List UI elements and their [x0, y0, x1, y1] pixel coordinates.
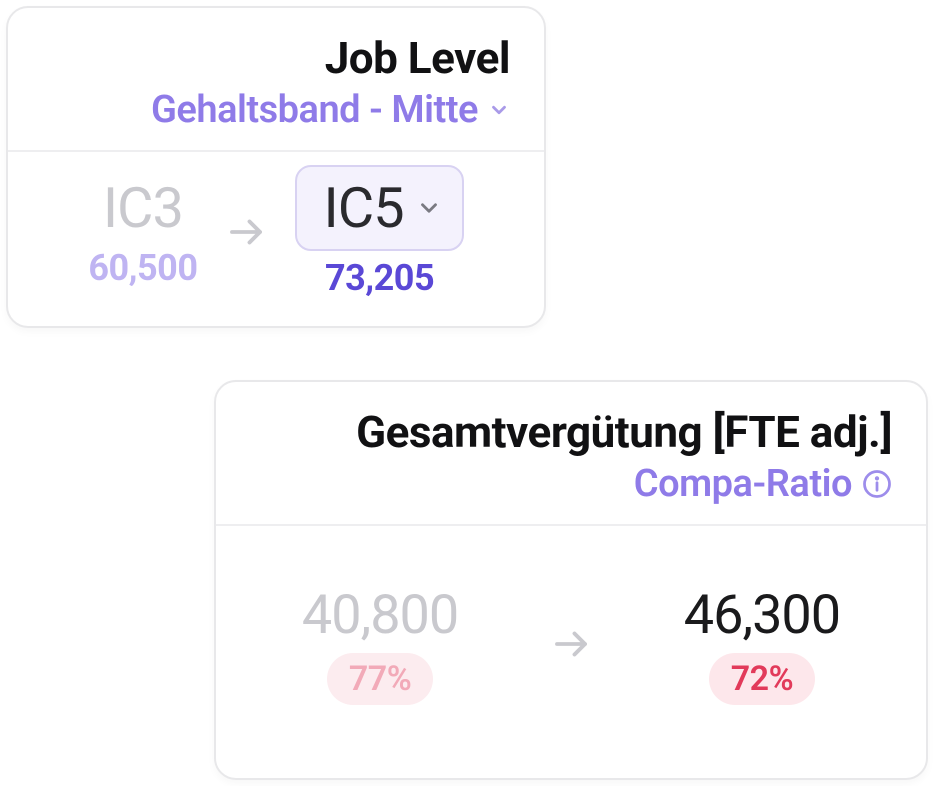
job-level-header: Job Level Gehaltsband - Mitte: [8, 8, 544, 152]
new-level-value: IC5: [323, 175, 403, 241]
compensation-title: Gesamtvergütung [FTE adj.]: [250, 408, 892, 456]
old-salary-value: 60,500: [88, 247, 197, 289]
old-level-column: IC3 60,500: [88, 175, 197, 289]
old-compa-ratio-badge: 77%: [327, 653, 433, 705]
info-icon[interactable]: [862, 469, 892, 499]
job-level-card: Job Level Gehaltsband - Mitte IC3 60,500…: [6, 6, 546, 328]
old-level-value: IC3: [103, 175, 183, 241]
new-salary-value: 73,205: [325, 257, 434, 299]
job-level-title: Job Level: [42, 34, 510, 82]
chevron-down-icon: [488, 99, 510, 121]
old-comp-value: 40,800: [302, 584, 458, 647]
job-level-subtitle-label: Gehaltsband - Mitte: [151, 88, 478, 132]
arrow-right-icon: [225, 211, 267, 253]
compensation-card: Gesamtvergütung [FTE adj.] Compa-Ratio 4…: [214, 380, 928, 780]
old-comp-column: 40,800 77%: [302, 584, 458, 705]
arrow-right-icon: [550, 623, 592, 665]
new-level-select[interactable]: IC5: [295, 165, 463, 251]
compensation-header: Gesamtvergütung [FTE adj.] Compa-Ratio: [216, 382, 926, 526]
compensation-subtitle-label: Compa-Ratio: [634, 462, 852, 506]
chevron-down-icon: [416, 195, 442, 221]
compensation-subtitle-row: Compa-Ratio: [250, 462, 892, 506]
new-compa-ratio-badge: 72%: [709, 653, 815, 705]
compensation-body: 40,800 77% 46,300 72%: [216, 526, 926, 778]
new-comp-column: 46,300 72%: [684, 584, 840, 705]
new-level-column: IC5 73,205: [295, 165, 463, 299]
job-level-subtitle-dropdown[interactable]: Gehaltsband - Mitte: [42, 88, 510, 132]
job-level-body: IC3 60,500 IC5 73,205: [8, 152, 544, 326]
new-comp-value: 46,300: [684, 584, 840, 647]
